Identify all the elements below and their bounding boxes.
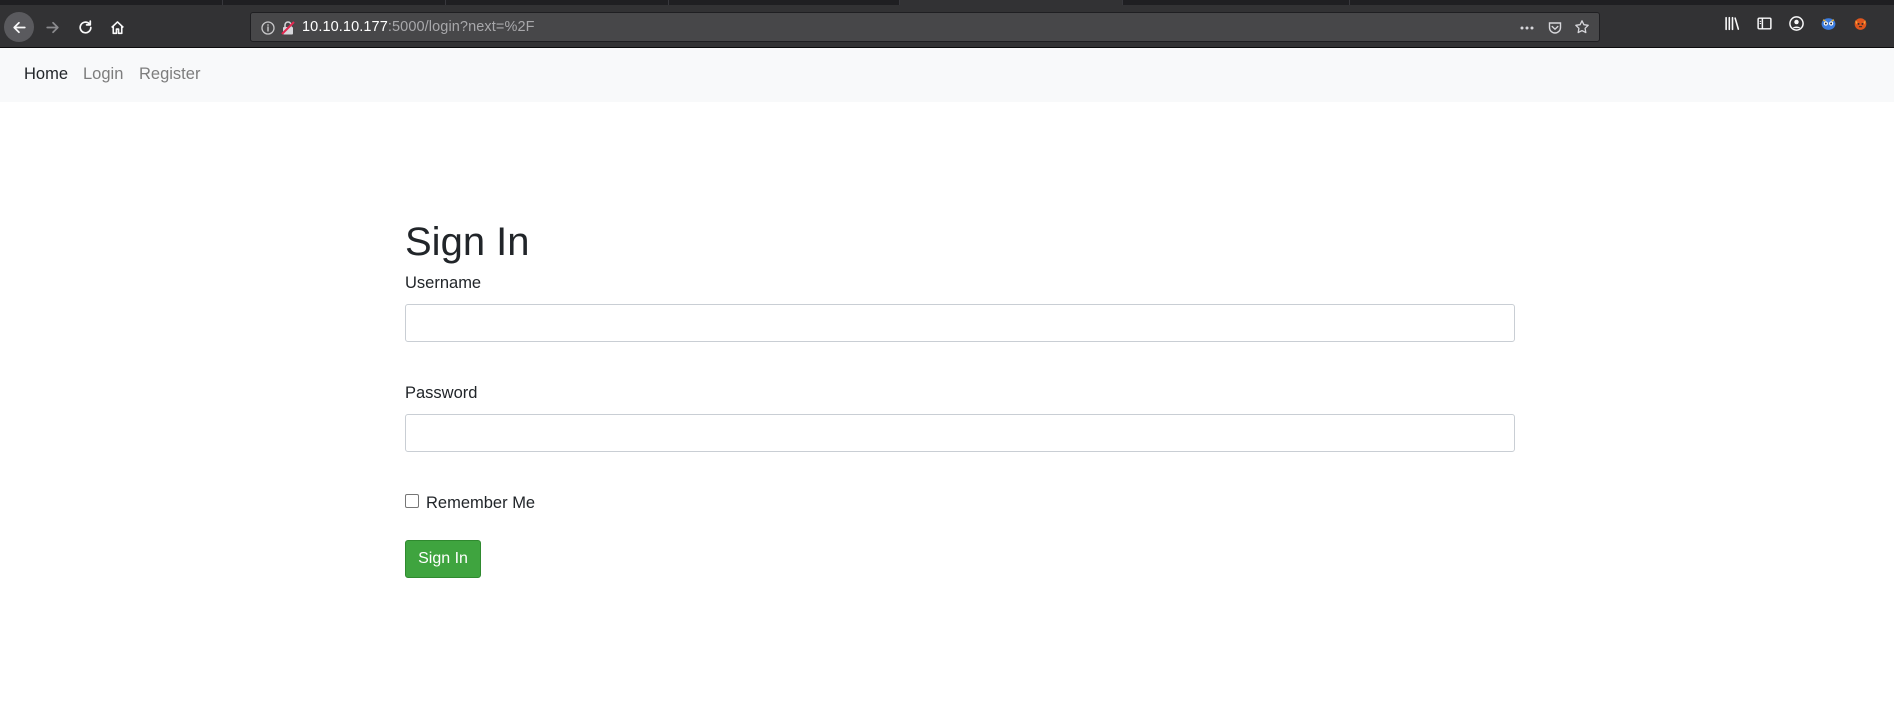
- nav-home-link[interactable]: Home: [24, 65, 68, 84]
- password-label: Password: [405, 384, 478, 402]
- extension-icon[interactable]: [1820, 15, 1837, 32]
- insecure-lock-icon[interactable]: [280, 20, 296, 36]
- pocket-icon[interactable]: [1547, 20, 1563, 36]
- firefox-extension-icon[interactable]: [1852, 15, 1869, 32]
- username-label: Username: [405, 274, 482, 292]
- url-path: :5000/login?next=%2F: [387, 19, 535, 35]
- star-icon[interactable]: [1574, 19, 1590, 35]
- more-dots-icon[interactable]: [1519, 20, 1535, 36]
- page-title: Sign In: [405, 220, 530, 264]
- url-host: 10.10.10.177: [302, 19, 388, 35]
- account-icon[interactable]: [1788, 15, 1805, 32]
- nav-register-link[interactable]: Register: [139, 65, 200, 84]
- forward-arrow-icon: [45, 21, 59, 33]
- browser-toolbar: 10.10.10.177:5000/login?next=%2F: [0, 5, 1894, 48]
- nav-login-link[interactable]: Login: [83, 65, 123, 84]
- sidebar-icon[interactable]: [1756, 15, 1773, 32]
- reload-icon: [78, 19, 92, 34]
- remember-me-label[interactable]: Remember Me: [426, 494, 535, 513]
- library-icon[interactable]: [1724, 15, 1741, 32]
- back-arrow-icon: [12, 21, 26, 33]
- remember-me-checkbox[interactable]: [405, 494, 419, 508]
- home-icon: [110, 20, 124, 34]
- reload-button[interactable]: [70, 12, 100, 42]
- forward-button[interactable]: [37, 12, 67, 42]
- info-icon[interactable]: [260, 20, 276, 36]
- sign-in-button[interactable]: Sign In: [405, 540, 481, 578]
- username-input[interactable]: [405, 304, 1515, 342]
- home-button[interactable]: [102, 12, 132, 42]
- password-input[interactable]: [405, 414, 1515, 452]
- site-navbar: Home Login Register: [0, 48, 1894, 102]
- url-text[interactable]: 10.10.10.177:5000/login?next=%2F: [302, 19, 535, 35]
- url-bar[interactable]: 10.10.10.177:5000/login?next=%2F: [250, 12, 1600, 42]
- back-button[interactable]: [4, 12, 34, 42]
